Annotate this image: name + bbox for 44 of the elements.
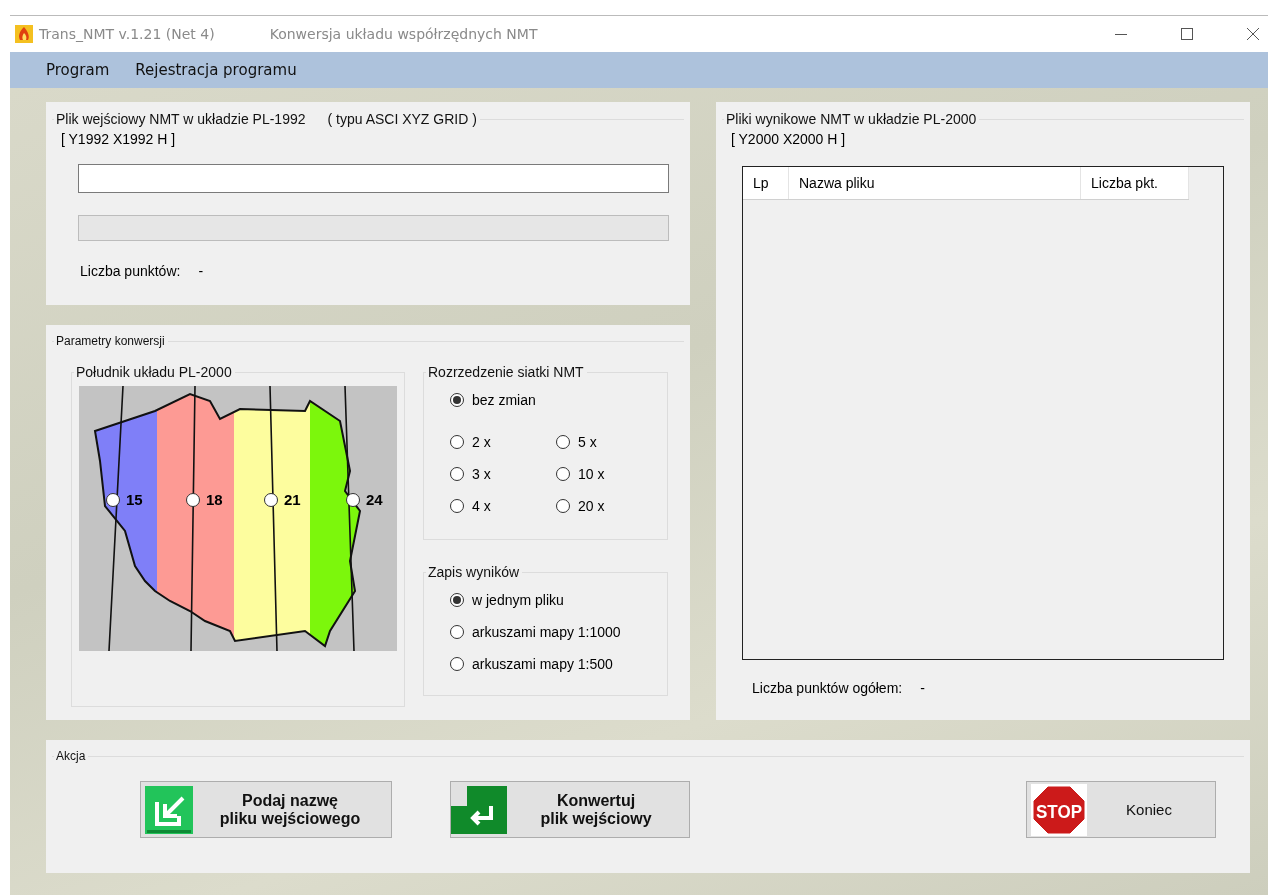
thinning-option[interactable]: 5 x	[556, 434, 661, 450]
meridian-option[interactable]: 21	[264, 491, 301, 508]
panel-title-note: ( typu ASCI XYZ GRID )	[327, 111, 477, 127]
browse-button[interactable]: Podaj nazwę pliku wejściowego	[140, 781, 392, 838]
coordinate-format: [ Y2000 X2000 H ]	[731, 131, 847, 147]
panel-title: Akcja	[56, 749, 86, 763]
group-title: Południk układu PL-2000	[76, 364, 232, 380]
column-header[interactable]: Nazwa pliku	[789, 167, 1081, 199]
output-option[interactable]: arkuszami mapy 1:500	[450, 656, 661, 672]
thinning-option[interactable]: 10 x	[556, 466, 661, 482]
thinning-option[interactable]: bez zmian	[450, 392, 661, 408]
convert-button[interactable]: Konwertuj plik wejściowy	[450, 781, 690, 838]
menu-item[interactable]: Rejestracja programu	[135, 61, 297, 79]
panel-title: Parametry konwersji	[56, 334, 165, 348]
panel-title: Pliki wynikowe NMT w układzie PL-2000	[726, 111, 977, 127]
meridian-option[interactable]: 24	[346, 491, 383, 508]
maximize-icon[interactable]	[1180, 27, 1194, 41]
meridian-option[interactable]: 18	[186, 491, 223, 508]
window-subtitle: Konwersja układu współrzędnych NMT	[269, 26, 538, 42]
close-icon[interactable]	[1246, 27, 1260, 41]
output-option[interactable]: w jednym pliku	[450, 592, 661, 608]
coordinate-format: [ Y1992 X1992 H ]	[61, 131, 177, 147]
stop-button[interactable]: STOP Koniec	[1026, 781, 1216, 838]
window-title: Trans_NMT v.1.21 (Net 4)	[39, 26, 215, 42]
panel-title: Plik wejściowy NMT w układzie PL-1992	[56, 111, 306, 127]
thinning-option[interactable]: 20 x	[556, 498, 661, 514]
group-title: Rozrzedzenie siatki NMT	[428, 364, 584, 380]
menu-item[interactable]: Program	[46, 61, 110, 79]
group-title: Zapis wyników	[428, 564, 520, 580]
file-path-field[interactable]	[78, 164, 669, 193]
thinning-option[interactable]: 4 x	[450, 498, 556, 514]
total-points-value: -	[920, 680, 925, 696]
points-label: Liczba punktów:	[80, 263, 181, 279]
output-option[interactable]: arkuszami mapy 1:1000	[450, 624, 661, 640]
thinning-option[interactable]: 3 x	[450, 466, 556, 482]
column-header[interactable]: Lp	[743, 167, 789, 199]
points-value: -	[198, 263, 204, 279]
return-arrow-icon	[451, 785, 507, 834]
stop-sign-icon: STOP	[1031, 783, 1087, 836]
column-header[interactable]: Liczba pkt.	[1081, 167, 1189, 199]
meridian-option[interactable]: 15	[106, 491, 143, 508]
flame-icon	[15, 25, 33, 43]
total-points-label: Liczba punktów ogółem:	[752, 680, 903, 696]
thinning-option[interactable]: 2 x	[450, 434, 556, 450]
